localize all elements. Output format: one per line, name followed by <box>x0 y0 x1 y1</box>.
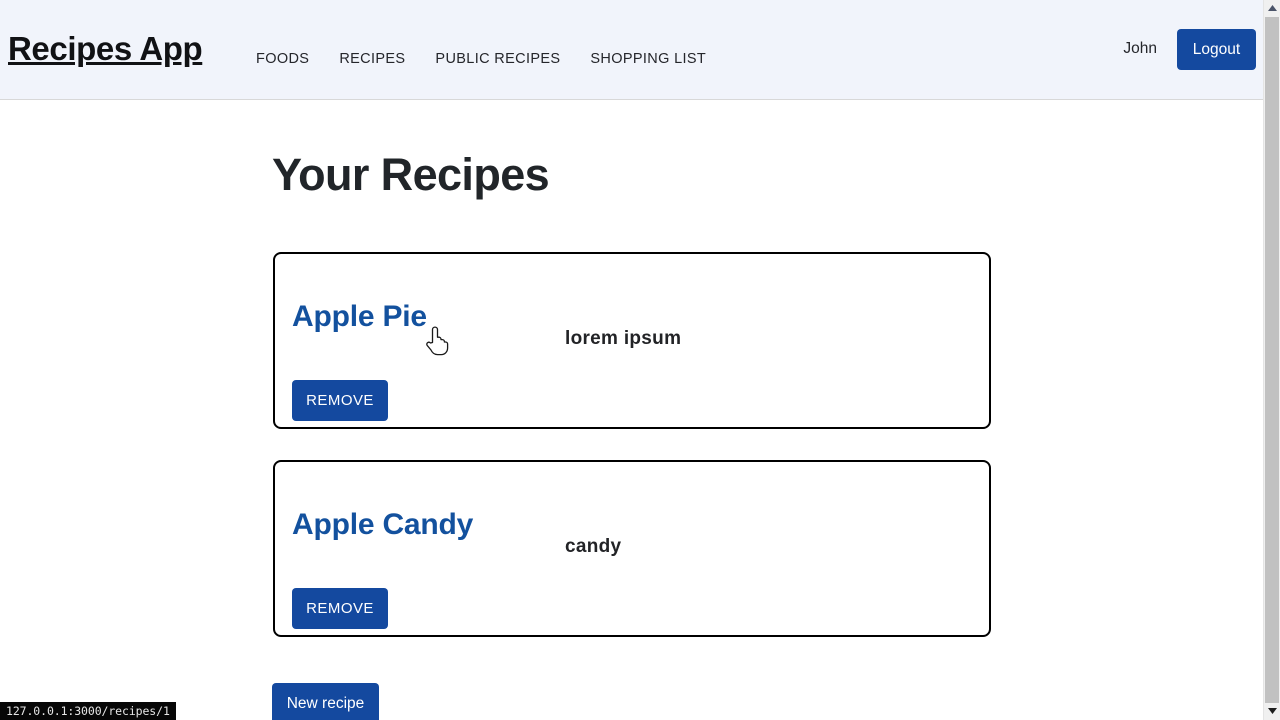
remove-recipe-button[interactable]: REMOVE <box>292 588 388 629</box>
nav-link-foods[interactable]: FOODS <box>256 51 309 67</box>
logout-button[interactable]: Logout <box>1177 29 1256 70</box>
scrollbar-thumb[interactable] <box>1265 17 1279 703</box>
link-target-status-bar: 127.0.0.1:3000/recipes/1 <box>0 702 176 720</box>
recipe-title-link[interactable]: Apple Pie <box>292 300 427 334</box>
user-name-label: John <box>1123 40 1157 57</box>
recipe-description: candy <box>565 536 622 557</box>
nav-link-shopping-list[interactable]: SHOPPING LIST <box>590 51 706 67</box>
nav-links: FOODS RECIPES PUBLIC RECIPES SHOPPING LI… <box>256 51 706 67</box>
triangle-up-icon[interactable] <box>1264 0 1280 17</box>
recipe-card[interactable]: Apple Candy candy REMOVE <box>273 460 991 637</box>
browser-viewport: Recipes App FOODS RECIPES PUBLIC RECIPES… <box>0 0 1280 720</box>
navbar: Recipes App FOODS RECIPES PUBLIC RECIPES… <box>0 0 1263 100</box>
new-recipe-button[interactable]: New recipe <box>272 683 379 720</box>
recipe-title-link[interactable]: Apple Candy <box>292 508 473 542</box>
recipe-description: lorem ipsum <box>565 328 682 349</box>
nav-link-recipes[interactable]: RECIPES <box>339 51 405 67</box>
page-title: Your Recipes <box>272 149 550 200</box>
nav-link-public-recipes[interactable]: PUBLIC RECIPES <box>435 51 560 67</box>
remove-recipe-button[interactable]: REMOVE <box>292 380 388 421</box>
triangle-down-icon[interactable] <box>1264 703 1280 720</box>
vertical-scrollbar[interactable] <box>1263 0 1280 720</box>
recipe-card[interactable]: Apple Pie lorem ipsum REMOVE <box>273 252 991 429</box>
page-root: Recipes App FOODS RECIPES PUBLIC RECIPES… <box>0 0 1263 720</box>
brand-logo[interactable]: Recipes App <box>8 30 203 68</box>
